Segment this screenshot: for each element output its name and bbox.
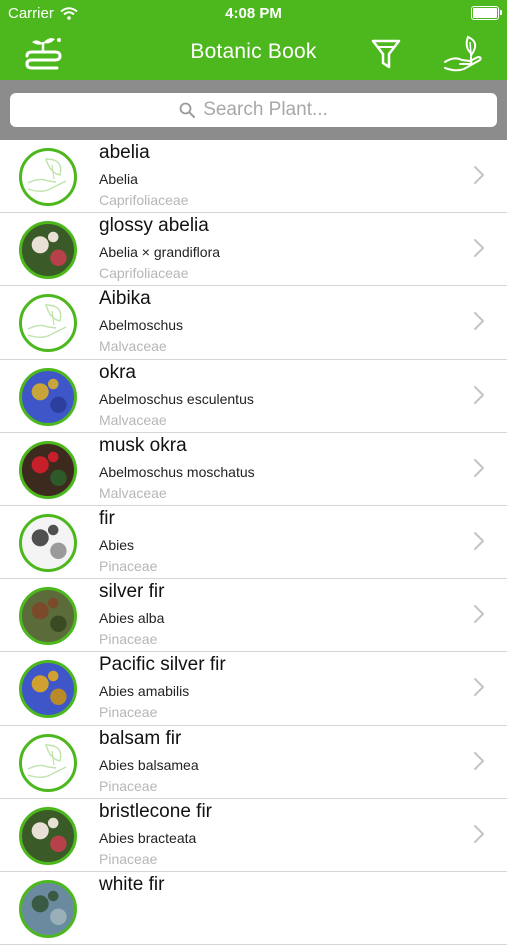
chevron-right-icon bbox=[473, 751, 485, 776]
plant-common-name: silver fir bbox=[99, 581, 165, 603]
hand-leaf-icon bbox=[444, 35, 482, 72]
chevron-right-icon bbox=[473, 238, 485, 263]
plant-common-name: musk okra bbox=[99, 434, 187, 456]
plant-common-name: Pacific silver fir bbox=[99, 654, 226, 676]
chevron-right-icon bbox=[473, 311, 485, 336]
list-item[interactable]: abelia Abelia Caprifoliaceae bbox=[0, 140, 507, 214]
plant-photo bbox=[19, 440, 77, 499]
plant-list: abelia Abelia Caprifoliaceae glossy abelia A… bbox=[0, 140, 507, 945]
plant-family: Pinaceae bbox=[99, 557, 158, 574]
plant-scientific-name: Abies balsamea bbox=[99, 756, 199, 773]
plant-common-name: abelia bbox=[99, 142, 150, 163]
search-input[interactable]: Search Plant... bbox=[10, 93, 497, 127]
plant-common-name: bristlecone fir bbox=[99, 800, 212, 822]
list-item[interactable]: glossy abelia Abelia × grandiflora Caprifo… bbox=[0, 213, 507, 287]
plant-family: Pinaceae bbox=[99, 631, 158, 648]
plant-scientific-name: Abies amabilis bbox=[99, 683, 190, 700]
plant-common-name: white fir bbox=[99, 873, 165, 895]
page-title: Botanic Book bbox=[190, 40, 317, 63]
plant-scientific-name: Abelmoschus bbox=[99, 317, 184, 334]
plant-family: Pinaceae bbox=[99, 704, 158, 721]
plant-placeholder-icon bbox=[19, 148, 77, 206]
plant-family: Pinaceae bbox=[99, 777, 158, 794]
list-item[interactable]: Aibika Abelmoschus Malvaceae bbox=[0, 286, 507, 360]
plant-photo bbox=[19, 806, 77, 865]
plant-scientific-name: Abelmoschus esculentus bbox=[99, 390, 254, 407]
plant-family: Caprifoliaceae bbox=[99, 265, 189, 282]
battery-level bbox=[473, 8, 497, 18]
filter-button[interactable] bbox=[364, 34, 408, 74]
chevron-right-icon bbox=[473, 458, 485, 483]
status-time: 4:08 PM bbox=[225, 5, 282, 22]
hand-leaf-button[interactable] bbox=[441, 34, 485, 74]
list-item[interactable]: fir Abies Pinaceae bbox=[0, 506, 507, 580]
list-item[interactable]: Pacific silver fir Abies amabilis Pinaceae bbox=[0, 652, 507, 726]
chevron-right-icon bbox=[473, 531, 485, 556]
plant-photo bbox=[19, 513, 77, 572]
list-item[interactable]: silver fir Abies alba Pinaceae bbox=[0, 579, 507, 653]
plant-placeholder-icon bbox=[19, 733, 77, 792]
chevron-right-icon bbox=[473, 677, 485, 702]
plant-placeholder-icon bbox=[19, 294, 77, 353]
plant-scientific-name: Abelia × grandiflora bbox=[99, 244, 221, 261]
list-item[interactable]: balsam fir Abies balsamea Pinaceae bbox=[0, 726, 507, 799]
plant-family: Malvaceae bbox=[99, 411, 167, 428]
search-bar-container: Search Plant... bbox=[0, 80, 507, 140]
battery-icon bbox=[471, 6, 502, 20]
plant-scientific-name: Abies bbox=[99, 536, 135, 553]
plant-scientific-name: Abies alba bbox=[99, 610, 165, 627]
plant-photo bbox=[19, 879, 77, 938]
plant-scientific-name: Abies bracteata bbox=[99, 829, 197, 846]
plant-photo bbox=[19, 221, 77, 280]
plant-family: Malvaceae bbox=[99, 338, 167, 355]
list-item[interactable]: bristlecone fir Abies bracteata Pinaceae bbox=[0, 799, 507, 872]
chevron-right-icon bbox=[473, 165, 485, 190]
plant-photo bbox=[19, 587, 77, 646]
status-bar: Carrier 4:08 PM bbox=[0, 0, 507, 28]
plant-family: Caprifoliaceae bbox=[99, 192, 189, 208]
plant-scientific-name: Abelia bbox=[99, 171, 138, 187]
plant-family: Malvaceae bbox=[99, 484, 167, 501]
plant-common-name: Aibika bbox=[99, 288, 151, 310]
plant-photo bbox=[19, 367, 77, 426]
list-item[interactable]: okra Abelmoschus esculentus Malvaceae bbox=[0, 360, 507, 433]
search-placeholder: Search Plant... bbox=[203, 99, 328, 120]
chevron-right-icon bbox=[473, 385, 485, 410]
plant-family: Pinaceae bbox=[99, 850, 158, 867]
plant-photo bbox=[19, 660, 77, 719]
list-item[interactable]: white fir bbox=[0, 872, 507, 945]
plant-scientific-name: Abelmoschus moschatus bbox=[99, 463, 255, 480]
navigation-bar: Botanic Book bbox=[0, 28, 507, 80]
plant-common-name: glossy abelia bbox=[99, 215, 209, 237]
search-icon bbox=[179, 102, 196, 118]
filter-icon bbox=[371, 39, 401, 69]
plant-common-name: balsam fir bbox=[99, 727, 182, 749]
list-item[interactable]: musk okra Abelmoschus moschatus Malvaceae bbox=[0, 433, 507, 506]
chevron-right-icon bbox=[473, 824, 485, 849]
chevron-right-icon bbox=[473, 604, 485, 629]
plant-common-name: fir bbox=[99, 507, 115, 529]
plant-common-name: okra bbox=[99, 361, 136, 383]
